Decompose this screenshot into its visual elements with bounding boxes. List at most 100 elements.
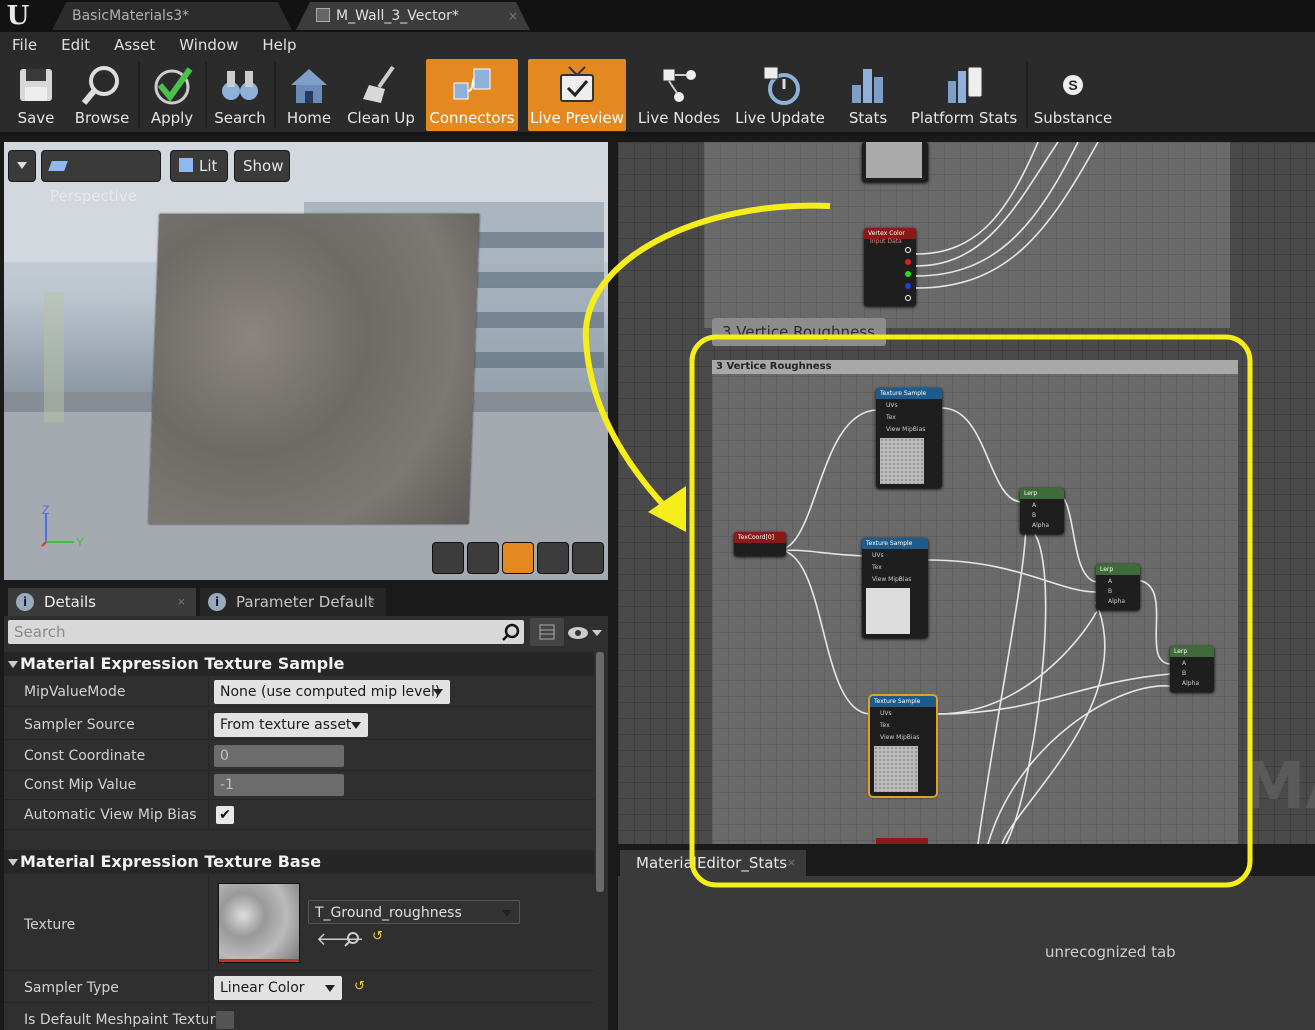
material-graph-canvas[interactable]: Vertex Color Input Data 3 Vertice Roughn… <box>618 142 1315 844</box>
svg-text:Z: Z <box>42 503 49 517</box>
row-texture: Texture T_Ground_roughness 🡐 ↺ <box>4 875 594 971</box>
search-icon <box>502 623 520 641</box>
close-tab-icon[interactable]: × <box>508 2 518 30</box>
save-icon <box>20 69 52 101</box>
details-panel: Search Material Expression Texture Sampl… <box>4 616 608 1030</box>
menu-window[interactable]: Window <box>167 32 250 56</box>
menu-edit[interactable]: Edit <box>49 32 102 56</box>
home-button[interactable]: Home <box>280 59 338 131</box>
node-wires <box>777 142 1171 844</box>
automatic-view-mip-bias-checkbox[interactable]: ✔ <box>216 806 234 824</box>
lerp-node-3[interactable]: Lerp A B Alpha <box>1170 646 1214 692</box>
texture-thumbnail[interactable] <box>218 883 300 963</box>
tab-label: BasicMaterials3* <box>72 8 190 24</box>
stats-panel <box>618 876 1315 1030</box>
view-options-grid-icon[interactable] <box>530 618 564 646</box>
texture-preview <box>874 746 918 792</box>
partial-node-bottom <box>876 838 928 844</box>
cube-preview-button[interactable] <box>537 542 569 574</box>
stats-button[interactable]: Stats <box>838 59 898 131</box>
preview-viewport[interactable]: Perspective Lit Show Z Y <box>4 142 608 580</box>
row-is-default-meshpaint: Is Default Meshpaint Textur <box>4 1005 594 1030</box>
toolbar: Save Browse Apply Search Home Clean Up C… <box>0 56 1315 136</box>
info-icon: i <box>16 593 34 611</box>
eye-visibility-icon[interactable] <box>566 624 604 642</box>
plane-preview-button[interactable] <box>502 542 534 574</box>
tab-basicmaterials3[interactable]: BasicMaterials3* <box>52 2 292 30</box>
viewport-options-button[interactable] <box>8 150 36 182</box>
menu-asset[interactable]: Asset <box>102 32 167 56</box>
chevron-down-icon <box>17 162 27 169</box>
sampler-source-dropdown[interactable]: From texture asset <box>214 713 368 737</box>
platform-stats-button[interactable]: Platform Stats <box>908 59 1020 131</box>
row-sampler-type: Sampler Type Linear Color ↺ <box>4 973 594 1003</box>
browse-button[interactable]: Browse <box>70 59 134 131</box>
section-texture-sample-header[interactable]: Material Expression Texture Sample <box>4 652 594 676</box>
texture-asset-dropdown[interactable]: T_Ground_roughness <box>308 900 520 924</box>
wall-material-preview <box>148 214 480 524</box>
tv-icon <box>560 66 594 102</box>
reset-to-default-icon[interactable]: ↺ <box>372 929 383 944</box>
connectors-button[interactable]: Connectors <box>426 59 518 131</box>
texture-sample-node-2[interactable]: Texture Sample UVs Tex View MipBias <box>862 538 928 638</box>
lit-button[interactable]: Lit <box>170 150 228 182</box>
apply-button[interactable]: Apply <box>144 59 200 131</box>
browse-icon <box>81 66 119 105</box>
title-bar: U BasicMaterials3* M_Wall_3_Vector* × <box>0 0 1315 32</box>
live-nodes-icon <box>662 68 696 102</box>
details-search-input[interactable]: Search <box>8 620 524 644</box>
cylinder-preview-button[interactable] <box>432 542 464 574</box>
row-mip-value-mode: MipValueMode None (use computed mip leve… <box>4 677 594 707</box>
tab-details[interactable]: i Details × <box>8 588 196 616</box>
home-icon <box>291 69 327 103</box>
close-tab-icon[interactable]: × <box>787 850 796 876</box>
texture-preview <box>880 438 924 484</box>
row-const-coordinate: Const Coordinate 0 <box>4 741 594 771</box>
live-update-icon <box>763 66 800 105</box>
mip-value-mode-dropdown[interactable]: None (use computed mip level) <box>214 680 450 704</box>
mesh-preview-button[interactable] <box>572 542 604 574</box>
live-preview-button[interactable]: Live Preview <box>528 59 626 131</box>
texture-sample-node-selected[interactable]: Texture Sample UVs Tex View MipBias <box>868 694 938 798</box>
broom-icon <box>363 65 395 103</box>
unreal-logo-icon: U <box>6 1 30 31</box>
is-default-meshpaint-checkbox[interactable] <box>216 1011 234 1029</box>
const-mip-value-field[interactable]: -1 <box>214 774 344 796</box>
live-update-button[interactable]: Live Update <box>734 59 826 131</box>
close-tab-icon[interactable]: × <box>367 588 376 616</box>
substance-icon: S <box>1063 75 1083 95</box>
tab-label: M_Wall_3_Vector* <box>336 8 459 24</box>
svg-text:Y: Y <box>76 535 84 549</box>
menu-file[interactable]: File <box>0 32 49 56</box>
texcoord-node[interactable]: TexCoord[0] <box>734 532 786 556</box>
platform-stats-icon <box>948 66 983 103</box>
save-button[interactable]: Save <box>6 59 66 131</box>
lerp-node-2[interactable]: Lerp A B Alpha <box>1096 564 1140 610</box>
browse-asset-icon[interactable] <box>344 931 360 947</box>
tab-parameter-default[interactable]: i Parameter Default × <box>200 588 386 616</box>
details-scrollbar[interactable] <box>596 652 604 892</box>
row-const-mip-value: Const Mip Value -1 <box>4 770 594 800</box>
live-nodes-button[interactable]: Live Nodes <box>636 59 722 131</box>
row-automatic-view-mip-bias: Automatic View Mip Bias ✔ <box>4 800 594 830</box>
graph-watermark: MA <box>1241 750 1315 824</box>
search-button[interactable]: Search <box>210 59 270 131</box>
perspective-button[interactable]: Perspective <box>41 150 161 205</box>
texture-preview <box>866 588 910 634</box>
substance-button[interactable]: S Substance <box>1032 59 1114 131</box>
section-texture-base-header[interactable]: Material Expression Texture Base <box>4 850 594 874</box>
const-coordinate-field[interactable]: 0 <box>214 745 344 767</box>
menu-help[interactable]: Help <box>250 32 308 56</box>
sphere-preview-button[interactable] <box>467 542 499 574</box>
lerp-node-1[interactable]: Lerp A B Alpha <box>1020 488 1064 534</box>
clean-up-button[interactable]: Clean Up <box>344 59 418 131</box>
binoculars-icon <box>222 71 258 100</box>
reset-to-default-icon[interactable]: ↺ <box>354 979 365 994</box>
tab-material-editor-stats[interactable]: MaterialEditor_Stats × <box>620 850 806 876</box>
sampler-type-dropdown[interactable]: Linear Color <box>214 976 342 1000</box>
texture-sample-node-1[interactable]: Texture Sample UVs Tex View MipBias <box>876 388 942 488</box>
close-tab-icon[interactable]: × <box>177 588 186 616</box>
row-sampler-source: Sampler Source From texture asset <box>4 710 594 740</box>
show-button[interactable]: Show <box>234 150 290 182</box>
tab-m-wall-3-vector[interactable]: M_Wall_3_Vector* × <box>296 2 530 30</box>
